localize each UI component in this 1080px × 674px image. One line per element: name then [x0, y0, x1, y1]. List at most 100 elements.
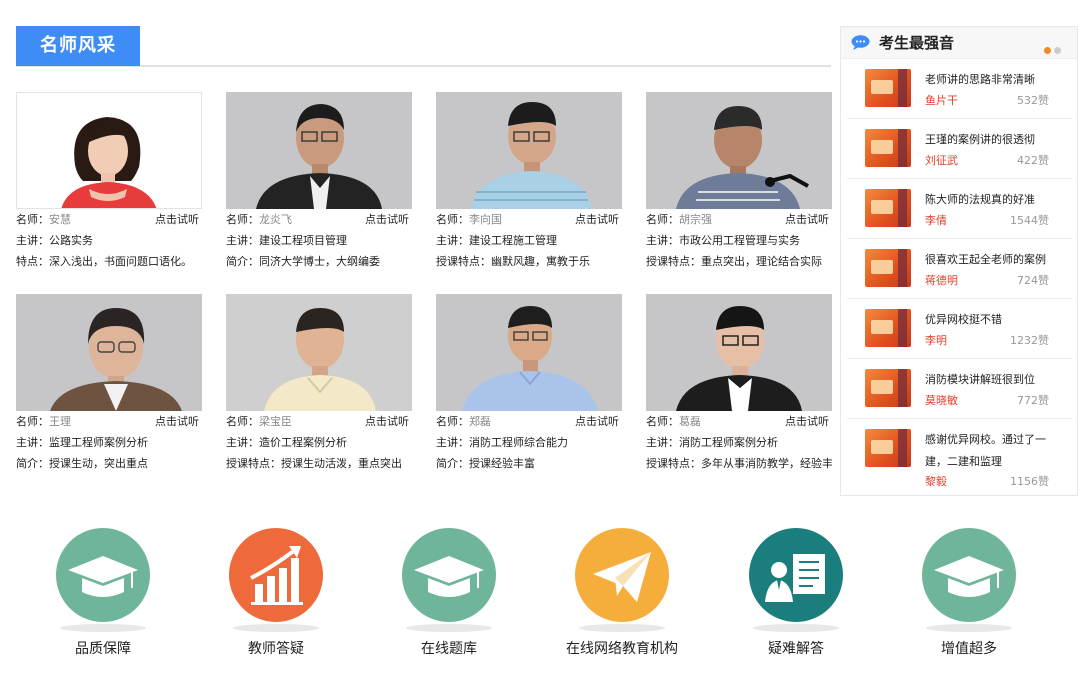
teacher-subject: 主讲：消防工程师综合能力 [436, 436, 568, 449]
paper-plane-icon [575, 528, 669, 622]
teacher-photo[interactable] [16, 294, 202, 411]
teacher-photo[interactable] [646, 294, 832, 411]
teacher-description: 简介：同济大学博士，大纲编委 [226, 255, 380, 268]
feature-value-added[interactable]: 增值超多 [899, 528, 1039, 658]
icon-shadow [233, 624, 319, 632]
testimonial-item[interactable]: 很喜欢王起全老师的案例 蒋德明 724赞 [847, 239, 1073, 299]
teacher-photo[interactable] [436, 92, 622, 209]
teacher-card: 名师：王理 点击试听 主讲：监理工程师案例分析 简介：授课生动，突出重点 [16, 294, 202, 474]
try-listen-link[interactable]: 点击试听 [155, 209, 199, 230]
teacher-photo[interactable] [646, 92, 832, 209]
teacher-description: 特点：深入浅出，书面问题口语化。 [16, 255, 192, 268]
feature-label: 在线网络教育机构 [566, 641, 678, 657]
feature-online-education[interactable]: 在线网络教育机构 [552, 528, 692, 658]
teacher-description: 授课特点：授课生动活泼，重点突出 [226, 457, 402, 470]
testimonial-item[interactable]: 优异网校挺不错 李明 1232赞 [847, 299, 1073, 359]
growth-chart-icon [229, 528, 323, 622]
testimonial-item[interactable]: 王瑾的案例讲的很透彻 刘征武 422赞 [847, 119, 1073, 179]
icon-shadow [406, 624, 492, 632]
teacher-name: 郑磊 [469, 415, 491, 428]
feature-label: 增值超多 [941, 641, 997, 657]
feature-label: 疑难解答 [768, 641, 824, 657]
testimonial-text: 消防模块讲解班很到位 [925, 373, 1035, 386]
testimonial-thumbnail [865, 369, 911, 407]
carousel-dot[interactable] [1054, 47, 1061, 54]
feature-quality[interactable]: 品质保障 [33, 528, 173, 658]
try-listen-link[interactable]: 点击试听 [575, 411, 619, 432]
testimonial-user: 李明 [925, 334, 947, 347]
teacher-card: 名师：梁宝臣 点击试听 主讲：造价工程案例分析 授课特点：授课生动活泼，重点突出 [226, 294, 412, 474]
try-listen-link[interactable]: 点击试听 [785, 209, 829, 230]
teacher-name-label: 名师： [226, 213, 259, 226]
section-header: 名师风采 [16, 26, 831, 67]
testimonial-text: 王瑾的案例讲的很透彻 [925, 133, 1035, 146]
teacher-subject: 主讲：市政公用工程管理与实务 [646, 234, 800, 247]
teacher-photo[interactable] [16, 92, 202, 209]
teacher-card: 名师：葛磊 点击试听 主讲：消防工程师案例分析 授课特点：多年从事消防教学，经验… [646, 294, 832, 474]
testimonial-text: 感谢优异网校。通过了一建，二建和监理 [925, 433, 1046, 468]
testimonial-item[interactable]: 陈大师的法规真的好准 李倩 1544赞 [847, 179, 1073, 239]
feature-question-bank[interactable]: 在线题库 [379, 528, 519, 658]
teacher-subject: 主讲：造价工程案例分析 [226, 436, 347, 449]
teacher-name: 李向国 [469, 213, 502, 226]
teacher-name-label: 名师： [646, 415, 679, 428]
try-listen-link[interactable]: 点击试听 [365, 209, 409, 230]
testimonial-likes: 1156赞 [1010, 475, 1049, 488]
testimonial-user: 鱼片干 [925, 94, 958, 107]
testimonial-user: 刘征武 [925, 154, 958, 167]
teacher-name-label: 名师： [436, 213, 469, 226]
teacher-description: 授课特点：多年从事消防教学，经验丰 [646, 457, 832, 470]
testimonial-likes: 772赞 [1017, 394, 1049, 407]
teacher-name: 葛磊 [679, 415, 701, 428]
teacher-name-row: 名师：龙炎飞 点击试听 [226, 209, 412, 230]
carousel-dot-active[interactable] [1044, 47, 1051, 54]
feature-label: 教师答疑 [248, 641, 304, 657]
try-listen-link[interactable]: 点击试听 [575, 209, 619, 230]
feature-label: 品质保障 [75, 641, 131, 657]
testimonial-thumbnail [865, 69, 911, 107]
graduation-cap-icon [56, 528, 150, 622]
testimonial-item[interactable]: 老师讲的思路非常清晰 鱼片干 532赞 [847, 59, 1073, 119]
teacher-name-label: 名师： [226, 415, 259, 428]
teacher-name-row: 名师：胡宗强 点击试听 [646, 209, 832, 230]
testimonial-likes: 1544赞 [1010, 214, 1049, 227]
testimonial-text: 很喜欢王起全老师的案例 [925, 253, 1046, 266]
teacher-name: 梁宝臣 [259, 415, 292, 428]
graduation-cap-icon [922, 528, 1016, 622]
testimonial-thumbnail [865, 429, 911, 467]
testimonial-likes: 422赞 [1017, 154, 1049, 167]
teacher-description: 简介：授课经验丰富 [436, 457, 535, 470]
testimonial-likes: 724赞 [1017, 274, 1049, 287]
teacher-photo[interactable] [226, 92, 412, 209]
testimonial-thumbnail [865, 129, 911, 167]
teacher-photo[interactable] [436, 294, 622, 411]
teacher-name: 安慧 [49, 213, 71, 226]
try-listen-link[interactable]: 点击试听 [365, 411, 409, 432]
testimonial-item[interactable]: 感谢优异网校。通过了一建，二建和监理 黎毅 1156赞 [847, 419, 1073, 495]
teacher-subject: 主讲：监理工程师案例分析 [16, 436, 148, 449]
teacher-card: 名师：龙炎飞 点击试听 主讲：建设工程项目管理 简介：同济大学博士，大纲编委 [226, 92, 412, 272]
testimonials-panel: 考生最强音 老师讲的思路非常清晰 鱼片干 532赞 王瑾的案例讲的很透彻 刘征武… [840, 26, 1078, 496]
teacher-photo[interactable] [226, 294, 412, 411]
teacher-card: 名师：郑磊 点击试听 主讲：消防工程师综合能力 简介：授课经验丰富 [436, 294, 622, 474]
teacher-name: 王理 [49, 415, 71, 428]
teacher-name-label: 名师： [436, 415, 469, 428]
try-listen-link[interactable]: 点击试听 [785, 411, 829, 432]
section-title: 名师风采 [16, 26, 140, 66]
teacher-name: 胡宗强 [679, 213, 712, 226]
icon-shadow [579, 624, 665, 632]
feature-label: 在线题库 [421, 641, 477, 657]
testimonials-title: 考生最强音 [879, 34, 955, 52]
feature-difficult-answers[interactable]: 疑难解答 [726, 528, 866, 658]
testimonial-text: 陈大师的法规真的好准 [925, 193, 1035, 206]
teacher-description: 简介：授课生动，突出重点 [16, 457, 148, 470]
teacher-card: 名师：胡宗强 点击试听 主讲：市政公用工程管理与实务 授课特点：重点突出，理论结… [646, 92, 832, 272]
teacher-subject: 主讲：建设工程项目管理 [226, 234, 347, 247]
testimonial-thumbnail [865, 189, 911, 227]
try-listen-link[interactable]: 点击试听 [155, 411, 199, 432]
testimonial-item[interactable]: 消防模块讲解班很到位 莫晓敏 772赞 [847, 359, 1073, 419]
testimonial-user: 李倩 [925, 214, 947, 227]
carousel-dots [1041, 39, 1061, 58]
icon-shadow [60, 624, 146, 632]
feature-teacher-qa[interactable]: 教师答疑 [206, 528, 346, 658]
